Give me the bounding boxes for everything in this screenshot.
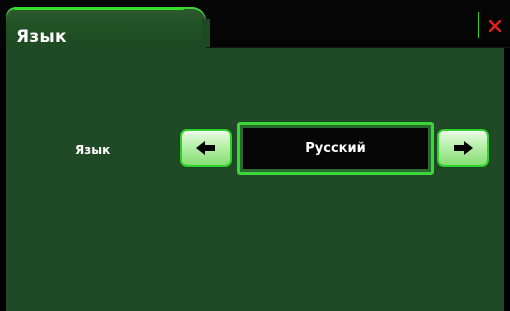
close-icon: [488, 19, 502, 33]
language-screen: Язык Язык Русский: [0, 0, 510, 311]
header-bar: Язык: [0, 0, 510, 48]
language-value-display: Русский: [237, 122, 434, 175]
arrow-right-icon: [454, 141, 473, 155]
language-value: Русский: [305, 141, 366, 156]
language-value-background: Русский: [243, 128, 428, 169]
previous-language-button[interactable]: [180, 129, 232, 167]
title-tab: Язык: [6, 7, 210, 48]
next-language-button[interactable]: [437, 129, 489, 167]
page-title: Язык: [16, 27, 67, 47]
header-divider: [478, 12, 479, 38]
close-button[interactable]: [484, 14, 506, 38]
panel-top-edge: [206, 47, 510, 48]
language-label: Язык: [75, 143, 111, 157]
settings-panel: [6, 47, 504, 311]
arrow-left-icon: [196, 141, 215, 155]
